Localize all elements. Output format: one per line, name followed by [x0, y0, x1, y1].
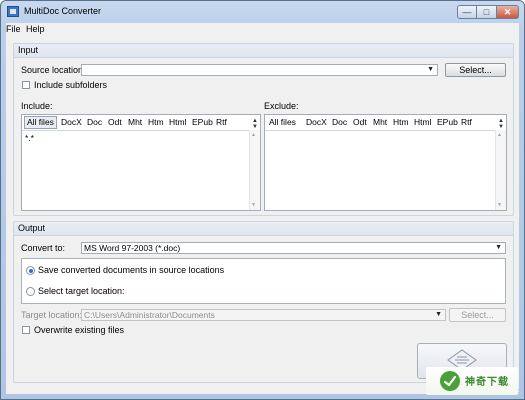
maximize-icon: □: [483, 7, 490, 17]
include-tab-htm[interactable]: Htm: [148, 117, 164, 128]
exclude-scrollbar[interactable]: ▲ ▼: [495, 130, 506, 210]
exclude-list[interactable]: All files DocX Doc Odt Mht Htm Html EPub…: [264, 114, 507, 211]
minimize-button[interactable]: —: [457, 5, 477, 19]
dropdown-arrow-icon[interactable]: ▼: [495, 243, 502, 253]
exclude-tab-epub[interactable]: EPub: [437, 117, 458, 128]
select-target-radio[interactable]: [26, 287, 35, 296]
convert-to-value: MS Word 97-2003 (*.doc): [84, 243, 181, 253]
dropdown-arrow-icon[interactable]: ▼: [435, 310, 442, 320]
select-target-label: Select target location:: [38, 286, 125, 296]
exclude-tab-all-files[interactable]: All files: [269, 117, 296, 128]
menu-bar: File Help: [6, 23, 519, 37]
exclude-tab-docx[interactable]: DocX: [306, 117, 327, 128]
include-filetype-tabs: All files DocX Doc Odt Mht Htm Html EPub…: [22, 115, 260, 131]
exclude-label: Exclude:: [264, 101, 299, 111]
exclude-tabs-scroll-icon[interactable]: ▲ ▼: [498, 118, 504, 130]
include-tab-docx[interactable]: DocX: [61, 117, 82, 128]
exclude-filetype-tabs: All files DocX Doc Odt Mht Htm Html EPub…: [265, 115, 506, 131]
source-location-label: Source location:: [21, 65, 86, 75]
include-tab-odt[interactable]: Odt: [108, 117, 122, 128]
scroll-up-icon[interactable]: ▲: [251, 132, 256, 138]
minimize-icon: —: [462, 7, 472, 17]
exclude-tab-doc[interactable]: Doc: [332, 117, 347, 128]
exclude-tab-mht[interactable]: Mht: [373, 117, 387, 128]
menu-file[interactable]: File: [6, 24, 21, 34]
output-group-title: Output: [14, 222, 513, 236]
window-title: MultiDoc Converter: [24, 6, 102, 16]
exclude-tab-htm[interactable]: Htm: [393, 117, 409, 128]
source-select-button[interactable]: Select...: [445, 63, 506, 77]
include-tab-epub[interactable]: EPub: [192, 117, 213, 128]
source-location-combo[interactable]: ▼: [81, 64, 438, 76]
overwrite-checkbox[interactable]: [22, 326, 30, 334]
scroll-down-icon[interactable]: ▼: [251, 202, 256, 208]
close-button[interactable]: ✕: [497, 5, 519, 19]
target-location-combo[interactable]: C:\Users\Administrator\Documents ▼: [81, 309, 446, 321]
include-label: Include:: [21, 101, 53, 111]
include-tab-doc[interactable]: Doc: [87, 117, 102, 128]
output-location-options: Save converted documents in source locat…: [21, 258, 506, 304]
include-tab-html[interactable]: Html: [169, 117, 186, 128]
include-list[interactable]: All files DocX Doc Odt Mht Htm Html EPub…: [21, 114, 261, 211]
include-scrollbar[interactable]: ▲ ▼: [249, 130, 260, 210]
close-icon: ✕: [503, 7, 512, 17]
convert-to-label: Convert to:: [21, 243, 66, 253]
watermark-badge: 神奇下载: [426, 367, 518, 395]
include-tab-all-files[interactable]: All files: [24, 116, 57, 129]
scroll-up-icon[interactable]: ▲: [497, 132, 502, 138]
exclude-tab-rtf[interactable]: Rtf: [461, 117, 472, 128]
include-subfolders-label: Include subfolders: [34, 80, 108, 90]
target-select-button[interactable]: Select...: [449, 308, 506, 322]
include-tab-mht[interactable]: Mht: [128, 117, 142, 128]
target-location-label: Target location:: [21, 310, 83, 320]
title-bar[interactable]: MultiDoc Converter — □ ✕: [1, 1, 524, 23]
watermark-text: 神奇下载: [465, 377, 509, 388]
input-group-title: Input: [14, 44, 513, 58]
include-subfolders-checkbox[interactable]: [22, 81, 30, 89]
include-entry[interactable]: *.*: [25, 133, 34, 143]
output-group: Output Convert to: MS Word 97-2003 (*.do…: [13, 221, 514, 383]
scroll-down-icon[interactable]: ▼: [497, 202, 502, 208]
client-area: File Help Input Source location: ▼ Selec…: [6, 23, 519, 394]
input-group: Input Source location: ▼ Select... Inclu…: [13, 43, 514, 216]
exclude-tab-html[interactable]: Html: [414, 117, 431, 128]
menu-help[interactable]: Help: [26, 24, 45, 34]
include-tabs-scroll-icon[interactable]: ▲ ▼: [252, 118, 258, 130]
save-in-source-radio[interactable]: [26, 266, 35, 275]
app-icon: [7, 6, 19, 17]
dropdown-arrow-icon[interactable]: ▼: [427, 65, 434, 75]
exclude-tab-odt[interactable]: Odt: [353, 117, 367, 128]
include-tab-rtf[interactable]: Rtf: [216, 117, 227, 128]
target-location-value: C:\Users\Administrator\Documents: [84, 310, 215, 320]
convert-to-combo[interactable]: MS Word 97-2003 (*.doc) ▼: [81, 242, 506, 254]
watermark-logo-icon: [440, 371, 460, 391]
save-in-source-label: Save converted documents in source locat…: [38, 265, 225, 275]
maximize-button[interactable]: □: [477, 5, 497, 19]
app-window: MultiDoc Converter — □ ✕ File Help Input…: [0, 0, 525, 400]
overwrite-label: Overwrite existing files: [34, 325, 125, 335]
